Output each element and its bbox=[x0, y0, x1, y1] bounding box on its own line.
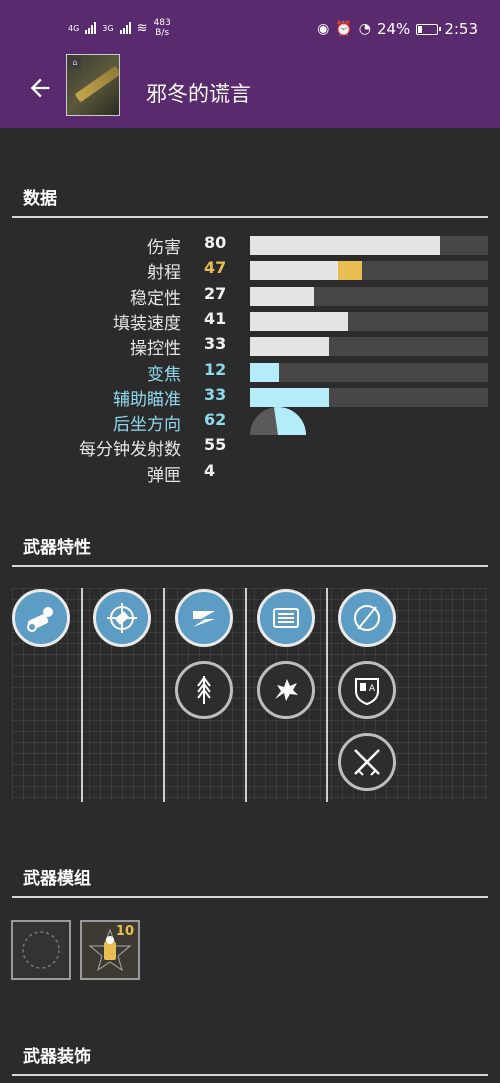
alarm-icon: ⏰ bbox=[335, 21, 353, 37]
stat-value: 27 bbox=[204, 283, 227, 303]
stat-bar-fill bbox=[250, 286, 315, 306]
stat-row: 每分钟发射数 55 bbox=[0, 435, 500, 460]
battery-icon bbox=[416, 23, 442, 35]
svg-text:A: A bbox=[369, 684, 376, 694]
stat-row: 填装速度 41 bbox=[0, 309, 500, 334]
stat-bar-fill bbox=[250, 236, 441, 255]
clock: 2:53 bbox=[444, 20, 478, 38]
mod-level: 10 bbox=[115, 924, 134, 939]
section-title-mods: 武器模组 bbox=[23, 869, 91, 889]
section-title-perks: 武器特性 bbox=[23, 538, 91, 558]
perk-column-divider bbox=[163, 588, 165, 802]
speed-unit: B/s bbox=[155, 28, 170, 38]
stat-row: 稳定性 27 bbox=[0, 284, 500, 309]
arrow-left-svg bbox=[30, 78, 50, 98]
stat-label: 变焦 bbox=[147, 364, 181, 385]
stat-value: 41 bbox=[204, 308, 227, 328]
stat-bar bbox=[250, 286, 488, 306]
stat-row: 射程 47 bbox=[0, 258, 500, 283]
battery-percent: 24% bbox=[376, 20, 411, 38]
stat-value: 55 bbox=[204, 435, 227, 455]
recoil-direction-gauge bbox=[250, 407, 306, 436]
shield-crest-icon[interactable]: A bbox=[338, 661, 396, 719]
section-header-stats: 数据 bbox=[12, 180, 488, 218]
stat-label: 伤害 bbox=[147, 238, 181, 258]
app-bar: ⌂ 邪冬的谎言 bbox=[0, 54, 500, 128]
weapon-thumbnail: ⌂ bbox=[66, 54, 120, 116]
stat-row: 操控性 33 bbox=[0, 334, 500, 359]
perk-grid bbox=[12, 588, 488, 802]
section-header-ornaments: 武器装饰 bbox=[12, 1038, 488, 1076]
signal-icon-2 bbox=[119, 22, 131, 34]
masterwork-icon[interactable]: 10 bbox=[80, 920, 140, 980]
stat-row: 变焦 12 bbox=[0, 360, 500, 385]
signal-icon bbox=[85, 22, 97, 34]
section-header-mods: 武器模组 bbox=[12, 860, 488, 898]
stat-value: 33 bbox=[204, 384, 227, 404]
empty-mod-socket-icon[interactable] bbox=[11, 920, 71, 980]
dragon-icon[interactable] bbox=[257, 661, 315, 719]
stat-label: 填装速度 bbox=[113, 313, 181, 334]
weapon-image bbox=[74, 65, 119, 103]
stat-value: 80 bbox=[204, 233, 227, 252]
status-right: ◉ ⏰ ◔ 24% 2:53 bbox=[317, 20, 478, 38]
network-speed: 483 B/s bbox=[154, 18, 171, 38]
stat-bar-fill bbox=[250, 311, 348, 331]
stat-bar-fill bbox=[250, 261, 339, 281]
perk-column-divider bbox=[245, 588, 247, 802]
stat-bar-fill bbox=[250, 387, 329, 407]
stat-label: 稳定性 bbox=[130, 288, 181, 309]
stat-value: 4 bbox=[204, 460, 216, 480]
stat-value: 47 bbox=[204, 258, 227, 278]
stat-label: 弹匣 bbox=[147, 465, 181, 486]
stat-label: 后坐方向 bbox=[113, 415, 181, 436]
stat-row: 后坐方向 62 bbox=[0, 407, 500, 436]
stat-bar bbox=[250, 362, 488, 382]
stat-label: 辅助瞄准 bbox=[113, 389, 181, 410]
status-left: 4G 3G ≋ 483 B/s bbox=[68, 18, 171, 38]
grenade-launcher-icon[interactable] bbox=[12, 589, 70, 647]
stat-bar-fill bbox=[250, 362, 279, 382]
network-3g-label: 3G bbox=[102, 23, 114, 33]
section-title-stats: 数据 bbox=[23, 189, 57, 209]
lightning-rounds-icon[interactable] bbox=[175, 589, 233, 647]
stat-bar bbox=[250, 337, 488, 357]
stat-value: 33 bbox=[204, 334, 227, 354]
stat-label: 操控性 bbox=[130, 339, 181, 360]
wifi-icon: ≋ bbox=[136, 20, 148, 36]
battery-saver-icon: ◔ bbox=[358, 21, 371, 37]
stat-row: 伤害 80 bbox=[0, 233, 500, 258]
stat-value: 12 bbox=[204, 359, 227, 379]
weapon-title: 邪冬的谎言 bbox=[146, 82, 251, 106]
status-bar: 4G 3G ≋ 483 B/s ◉ ⏰ ◔ 24% 2:53 bbox=[0, 0, 500, 60]
crosshair-barrel-icon[interactable] bbox=[93, 589, 151, 647]
crossed-swords-icon[interactable] bbox=[338, 733, 396, 791]
back-arrow-icon[interactable] bbox=[22, 74, 58, 110]
stat-bar bbox=[250, 261, 488, 281]
stat-bar-bonus bbox=[338, 261, 362, 281]
stat-row: 弹匣 4 bbox=[0, 461, 500, 486]
circle-slash-icon[interactable] bbox=[338, 589, 396, 647]
stat-label: 射程 bbox=[147, 263, 181, 284]
stat-bar bbox=[250, 387, 488, 407]
perk-column-divider bbox=[326, 588, 328, 802]
speed-value: 483 bbox=[153, 18, 171, 28]
stat-value: 62 bbox=[204, 410, 227, 430]
weapon-class-icon: ⌂ bbox=[69, 57, 81, 69]
stat-bar bbox=[250, 311, 488, 331]
network-4g-label: 4G bbox=[68, 23, 80, 33]
eye-icon: ◉ bbox=[317, 21, 330, 37]
stat-bar-fill bbox=[250, 337, 329, 357]
stat-row: 辅助瞄准 33 bbox=[0, 385, 500, 410]
magazine-icon[interactable] bbox=[257, 589, 315, 647]
stat-label: 每分钟发射数 bbox=[79, 440, 181, 461]
section-header-perks: 武器特性 bbox=[12, 529, 488, 567]
feather-arrow-icon[interactable] bbox=[175, 661, 233, 719]
perk-column-divider bbox=[81, 588, 83, 802]
section-title-ornaments: 武器装饰 bbox=[23, 1047, 91, 1067]
stat-bar bbox=[250, 236, 488, 255]
